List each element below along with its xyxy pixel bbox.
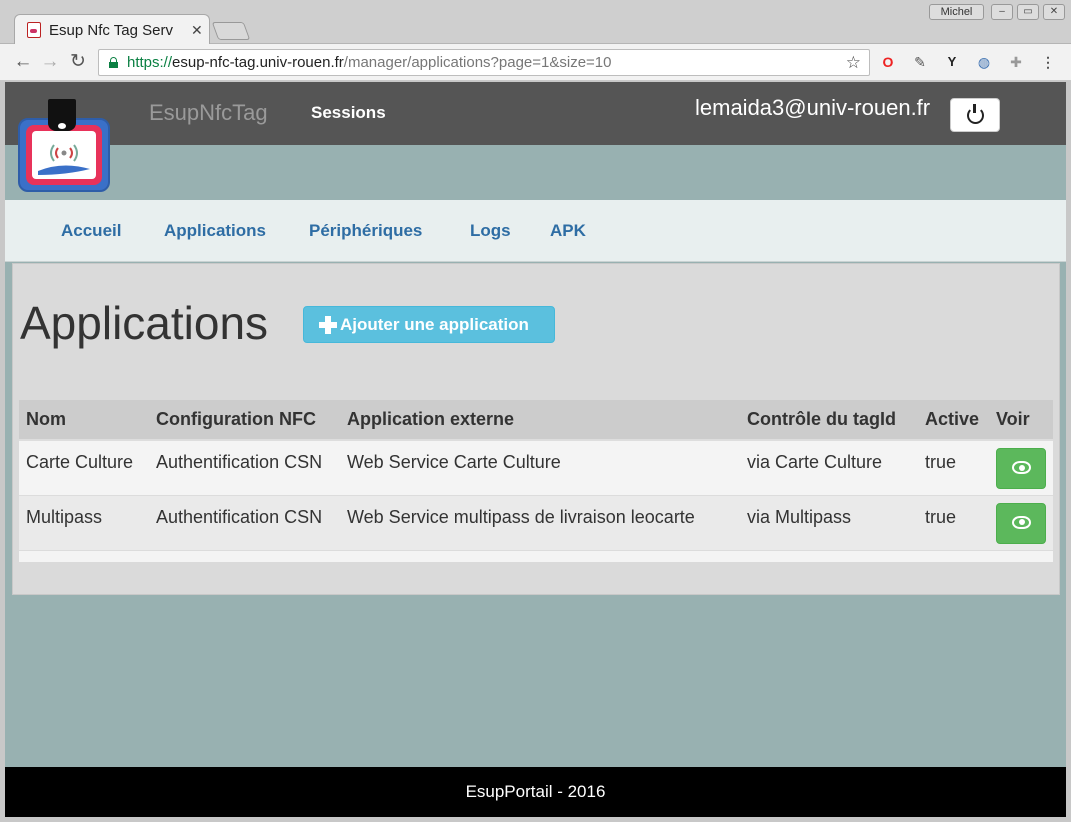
- favicon-icon: [27, 22, 41, 38]
- profile-button[interactable]: Michel: [929, 4, 984, 20]
- cell-controle-tagid: via Carte Culture: [740, 439, 918, 495]
- new-tab-button[interactable]: [211, 22, 251, 40]
- plus-icon: [319, 316, 337, 334]
- applications-table: Nom Configuration NFC Application extern…: [19, 400, 1053, 562]
- add-application-button[interactable]: Ajouter une application: [303, 306, 555, 343]
- col-nom[interactable]: Nom: [19, 400, 149, 441]
- view-button[interactable]: [996, 448, 1046, 489]
- minimize-icon[interactable]: –: [991, 4, 1013, 20]
- url-scheme: https://: [127, 54, 173, 71]
- col-voir: Voir: [989, 400, 1053, 441]
- cell-configuration-nfc: Authentification CSN: [149, 439, 340, 495]
- logout-button[interactable]: [950, 98, 1000, 132]
- browser-tab[interactable]: Esup Nfc Tag Serv ✕: [14, 14, 210, 45]
- view-button[interactable]: [996, 502, 1046, 544]
- cell-nom: Carte Culture: [19, 439, 149, 495]
- page-title: Applications: [20, 297, 269, 349]
- col-active[interactable]: Active: [918, 400, 989, 441]
- back-arrow-icon[interactable]: ←: [11, 50, 35, 74]
- app-header: EsupNfcTag Sessions lemaida3@univ-rouen.…: [5, 82, 1066, 145]
- power-icon: [967, 104, 984, 124]
- close-window-icon[interactable]: ✕: [1043, 4, 1065, 20]
- eyedropper-extension-icon[interactable]: ✎: [911, 53, 929, 71]
- footer: EsupPortail - 2016: [5, 767, 1066, 817]
- nav-apk[interactable]: APK: [550, 221, 586, 241]
- cell-active: true: [918, 439, 989, 495]
- address-bar[interactable]: https://esup-nfc-tag.univ-rouen.fr/manag…: [98, 49, 870, 76]
- tab-title: Esup Nfc Tag Serv: [49, 21, 173, 39]
- table-row: Multipass Authentification CSN Web Servi…: [19, 494, 1053, 550]
- nav-logs[interactable]: Logs: [470, 221, 511, 241]
- nav-peripheriques[interactable]: Périphériques: [309, 221, 422, 241]
- eye-icon: [1012, 515, 1031, 529]
- y-extension-icon[interactable]: Y: [943, 53, 961, 71]
- table-spacer-row: [19, 549, 1053, 562]
- menu-dots-icon[interactable]: ⋮: [1039, 53, 1057, 71]
- main-nav: Accueil Applications Périphériques Logs …: [5, 200, 1066, 262]
- brand-link[interactable]: EsupNfcTag: [149, 100, 268, 126]
- add-application-label: Ajouter une application: [340, 315, 529, 334]
- browser-toolbar: ← → ↻ https://esup-nfc-tag.univ-rouen.fr…: [0, 44, 1071, 81]
- cell-voir: [989, 494, 1053, 550]
- cell-active: true: [918, 494, 989, 550]
- col-configuration-nfc[interactable]: Configuration NFC: [149, 400, 340, 441]
- reload-icon[interactable]: ↻: [66, 50, 90, 74]
- user-email: lemaida3@univ-rouen.fr: [695, 95, 931, 120]
- table-header-row: Nom Configuration NFC Application extern…: [19, 400, 1053, 441]
- url-path: /manager/applications?page=1&size=10: [343, 54, 612, 71]
- url-host: esup-nfc-tag.univ-rouen.fr: [172, 54, 344, 71]
- lock-icon: [109, 57, 118, 68]
- opera-extension-icon[interactable]: O: [879, 53, 897, 71]
- maximize-icon[interactable]: ▭: [1017, 4, 1039, 20]
- eye-icon: [1012, 461, 1031, 474]
- nav-applications[interactable]: Applications: [164, 221, 266, 241]
- col-application-externe[interactable]: Application externe: [340, 400, 740, 441]
- puzzle-extension-icon[interactable]: ✚: [1007, 53, 1025, 71]
- cell-configuration-nfc: Authentification CSN: [149, 494, 340, 550]
- cell-application-externe: Web Service Carte Culture: [340, 439, 740, 495]
- sessions-link[interactable]: Sessions: [311, 103, 386, 123]
- cell-voir: [989, 439, 1053, 495]
- nav-accueil[interactable]: Accueil: [61, 221, 121, 241]
- page: EsupNfcTag Sessions lemaida3@univ-rouen.…: [5, 82, 1066, 817]
- browser-tabstrip: Esup Nfc Tag Serv ✕ Michel – ▭ ✕: [0, 0, 1071, 45]
- main-content: Applications Ajouter une application Nom…: [12, 263, 1060, 595]
- globe-extension-icon[interactable]: ◍: [975, 53, 993, 71]
- forward-arrow-icon[interactable]: →: [38, 50, 62, 74]
- cell-application-externe: Web Service multipass de livraison leoca…: [340, 494, 740, 550]
- cell-nom: Multipass: [19, 494, 149, 550]
- col-controle-tagid[interactable]: Contrôle du tagId: [740, 400, 918, 441]
- table-row: Carte Culture Authentification CSN Web S…: [19, 439, 1053, 495]
- cell-controle-tagid: via Multipass: [740, 494, 918, 550]
- nfc-tag-icon: [48, 99, 76, 131]
- close-tab-icon[interactable]: ✕: [191, 22, 203, 39]
- bookmark-star-icon[interactable]: ☆: [846, 50, 861, 75]
